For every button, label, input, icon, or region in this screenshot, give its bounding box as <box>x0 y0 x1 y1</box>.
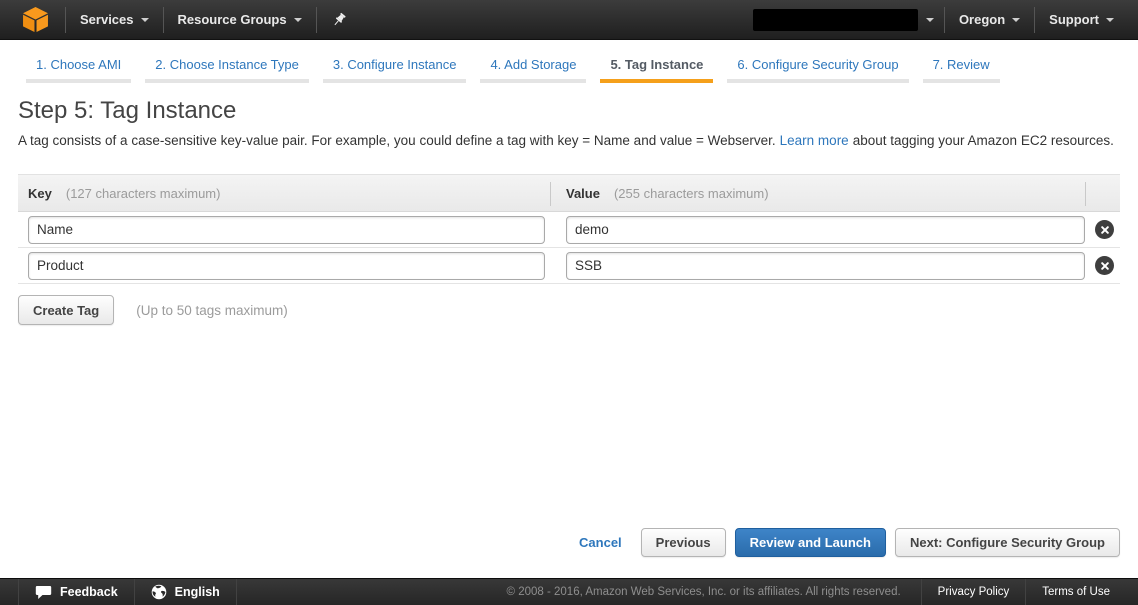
page-title: Step 5: Tag Instance <box>18 97 1120 125</box>
wizard-action-buttons: Cancel Previous Review and Launch Next: … <box>579 528 1120 557</box>
previous-button[interactable]: Previous <box>641 528 726 557</box>
aws-logo[interactable] <box>18 0 65 40</box>
create-tag-row: Create Tag (Up to 50 tags maximum) <box>18 295 1120 325</box>
review-and-launch-button[interactable]: Review and Launch <box>735 528 886 557</box>
footer-right-padding <box>1126 579 1138 605</box>
key-header-hint: (127 characters maximum) <box>66 186 221 201</box>
feedback-button[interactable]: Feedback <box>18 579 135 605</box>
account-name-redacted <box>753 9 918 31</box>
tag-table-header: Key (127 characters maximum) Value (255 … <box>18 174 1120 212</box>
top-nav-bar: Services Resource Groups <box>0 0 1138 40</box>
tab-choose-ami[interactable]: 1. Choose AMI <box>26 57 131 83</box>
footer-bar: Feedback English © 2008 - 2016, Amazon W… <box>0 578 1138 605</box>
speech-bubble-icon <box>35 585 52 600</box>
resource-groups-menu[interactable]: Resource Groups <box>164 0 316 40</box>
account-menu[interactable] <box>743 0 944 40</box>
page-description: A tag consists of a case-sensitive key-v… <box>18 130 1120 151</box>
tag-value-input[interactable] <box>566 252 1085 280</box>
tag-key-input[interactable] <box>28 252 545 280</box>
tag-table: Key (127 characters maximum) Value (255 … <box>18 174 1120 284</box>
tag-row <box>18 248 1120 284</box>
chevron-down-icon <box>1106 18 1114 22</box>
description-text: A tag consists of a case-sensitive key-v… <box>18 133 776 148</box>
tab-add-storage[interactable]: 4. Add Storage <box>480 57 586 83</box>
tag-value-input[interactable] <box>566 216 1085 244</box>
feedback-label: Feedback <box>60 585 118 599</box>
aws-cube-icon <box>22 6 49 33</box>
globe-icon <box>151 584 167 600</box>
cancel-link[interactable]: Cancel <box>579 535 622 550</box>
main-content: Step 5: Tag Instance A tag consists of a… <box>0 83 1138 325</box>
language-label: English <box>175 585 220 599</box>
tab-tag-instance[interactable]: 5. Tag Instance <box>600 57 713 83</box>
chevron-down-icon <box>294 18 302 22</box>
value-header-hint: (255 characters maximum) <box>614 186 769 201</box>
copyright-text: © 2008 - 2016, Amazon Web Services, Inc.… <box>507 579 921 605</box>
create-tag-button[interactable]: Create Tag <box>18 295 114 325</box>
top-nav-right: Oregon Support <box>743 0 1128 40</box>
terms-of-use-link[interactable]: Terms of Use <box>1025 579 1126 605</box>
action-column-header <box>1085 175 1120 211</box>
chevron-down-icon <box>1012 18 1020 22</box>
chevron-down-icon <box>926 18 934 22</box>
top-nav-left: Services Resource Groups <box>18 0 361 40</box>
region-menu[interactable]: Oregon <box>945 0 1034 40</box>
support-label: Support <box>1049 12 1099 27</box>
next-configure-security-group-button[interactable]: Next: Configure Security Group <box>895 528 1120 557</box>
region-label: Oregon <box>959 12 1005 27</box>
services-label: Services <box>80 12 134 27</box>
tab-choose-instance-type[interactable]: 2. Choose Instance Type <box>145 57 309 83</box>
support-menu[interactable]: Support <box>1035 0 1128 40</box>
pin-shortcut-button[interactable] <box>317 0 361 40</box>
description-text-after: about tagging your Amazon EC2 resources. <box>853 133 1114 148</box>
pushpin-icon <box>331 12 347 28</box>
delete-tag-button[interactable] <box>1095 256 1114 275</box>
key-column-header: Key (127 characters maximum) <box>18 175 550 211</box>
language-button[interactable]: English <box>135 579 237 605</box>
services-menu[interactable]: Services <box>66 0 163 40</box>
create-tag-hint: (Up to 50 tags maximum) <box>136 303 288 318</box>
key-header-label: Key <box>28 186 52 201</box>
learn-more-link[interactable]: Learn more <box>780 133 849 148</box>
value-column-header: Value (255 characters maximum) <box>550 175 1085 211</box>
tab-configure-instance[interactable]: 3. Configure Instance <box>323 57 467 83</box>
tag-key-input[interactable] <box>28 216 545 244</box>
privacy-policy-link[interactable]: Privacy Policy <box>921 579 1026 605</box>
delete-tag-button[interactable] <box>1095 220 1114 239</box>
value-header-label: Value <box>566 186 600 201</box>
tab-configure-security-group[interactable]: 6. Configure Security Group <box>727 57 908 83</box>
tab-review[interactable]: 7. Review <box>923 57 1000 83</box>
resource-groups-label: Resource Groups <box>178 12 287 27</box>
tag-row <box>18 212 1120 248</box>
chevron-down-icon <box>141 18 149 22</box>
wizard-step-tabs: 1. Choose AMI 2. Choose Instance Type 3.… <box>0 40 1138 83</box>
